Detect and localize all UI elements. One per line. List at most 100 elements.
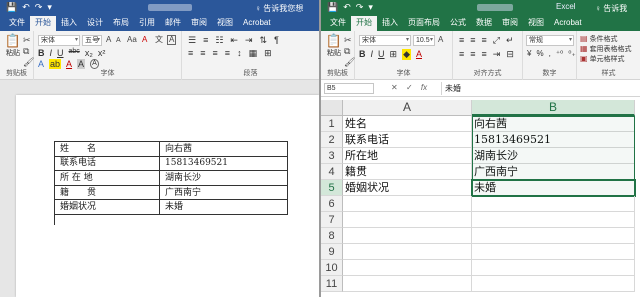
cell-a1[interactable]: 姓名 bbox=[343, 116, 472, 132]
row-header[interactable]: 2 bbox=[321, 132, 343, 148]
word-table-value-cell[interactable]: 广西南宁 bbox=[159, 184, 288, 201]
excel-tab[interactable]: 审阅 bbox=[497, 16, 523, 31]
excel-tab[interactable]: 公式 bbox=[445, 16, 471, 31]
currency-icon[interactable]: ¥ bbox=[527, 49, 531, 58]
copy-icon[interactable]: ⧉ bbox=[23, 46, 29, 56]
wrap-text-icon[interactable]: ↵ bbox=[506, 35, 514, 46]
clear-format-icon[interactable]: A bbox=[142, 35, 147, 45]
word-table-label-cell[interactable]: 所 在 地 bbox=[54, 170, 160, 186]
word-tab[interactable]: 插入 bbox=[56, 16, 82, 31]
grow-font-icon[interactable]: A bbox=[438, 35, 443, 45]
cell-b7[interactable] bbox=[472, 212, 635, 228]
excel-paste-button[interactable]: 📋 粘贴 bbox=[324, 34, 344, 58]
percent-icon[interactable]: % bbox=[536, 49, 543, 58]
cell-b8[interactable] bbox=[472, 228, 635, 244]
align-center-icon[interactable]: ≡ bbox=[470, 49, 475, 60]
cell-b4[interactable]: 广西南宁 bbox=[472, 164, 635, 180]
cell-b10[interactable] bbox=[472, 260, 635, 276]
redo-icon[interactable]: ↷ bbox=[35, 2, 43, 13]
font-color-icon[interactable]: A bbox=[416, 49, 422, 60]
cancel-icon[interactable]: ✕ bbox=[391, 83, 398, 92]
orientation-icon[interactable]: ⤢ bbox=[493, 35, 500, 46]
borders-icon[interactable]: ⊞ bbox=[390, 49, 398, 60]
cell-b2[interactable]: 15813469521 bbox=[472, 132, 635, 148]
column-header[interactable]: B bbox=[472, 100, 635, 116]
excel-font-size-combo[interactable]: 10.5 ▾ bbox=[413, 35, 435, 46]
show-marks-icon[interactable]: ¶ bbox=[274, 35, 279, 46]
cell-b9[interactable] bbox=[472, 244, 635, 260]
row-header[interactable]: 10 bbox=[321, 260, 343, 276]
multilevel-list-icon[interactable]: ☷ bbox=[215, 35, 223, 46]
row-header[interactable]: 8 bbox=[321, 228, 343, 244]
cell-a6[interactable] bbox=[343, 196, 472, 212]
word-table-value-cell[interactable]: 未婚 bbox=[159, 199, 288, 215]
qat-more-icon[interactable]: ▾ bbox=[368, 2, 373, 13]
cell-b3[interactable]: 湖南长沙 bbox=[472, 148, 635, 164]
shading-icon[interactable]: ▦ bbox=[249, 48, 258, 59]
save-icon[interactable]: 💾 bbox=[6, 2, 17, 13]
row-header[interactable]: 11 bbox=[321, 276, 343, 292]
word-tab[interactable]: 引用 bbox=[134, 16, 160, 31]
save-icon[interactable]: 💾 bbox=[327, 2, 338, 13]
cell-a7[interactable] bbox=[343, 212, 472, 228]
word-table-value-cell[interactable]: 向右茜 bbox=[159, 141, 288, 157]
align-right-icon[interactable]: ≡ bbox=[482, 49, 487, 60]
row-header[interactable]: 7 bbox=[321, 212, 343, 228]
word-tab[interactable]: Acrobat bbox=[238, 16, 276, 31]
cell-styles-button[interactable]: ▣ 单元格样式 bbox=[580, 54, 625, 64]
sort-icon[interactable]: ⇅ bbox=[260, 35, 268, 46]
borders-icon[interactable]: ⊞ bbox=[264, 48, 272, 59]
underline-button[interactable]: U bbox=[378, 49, 385, 60]
row-header[interactable]: 4 bbox=[321, 164, 343, 180]
undo-icon[interactable]: ↶ bbox=[343, 2, 351, 13]
excel-tab[interactable]: 视图 bbox=[523, 16, 549, 31]
italic-button[interactable]: I bbox=[371, 49, 374, 60]
shrink-font-icon[interactable]: A bbox=[116, 36, 121, 46]
qat-more-icon[interactable]: ▾ bbox=[47, 2, 52, 13]
enter-icon[interactable]: ✓ bbox=[406, 83, 413, 92]
word-table[interactable]: 姓 名向右茜 联系电话 15813469521 所 在 地湖南长沙籍 贯广西南宁 婚姻状… bbox=[54, 141, 288, 215]
word-tab[interactable]: 邮件 bbox=[160, 16, 186, 31]
align-middle-icon[interactable]: ≡ bbox=[470, 35, 475, 46]
cell-b1[interactable]: 向右茜 bbox=[472, 116, 635, 132]
italic-button[interactable]: I bbox=[50, 48, 53, 58]
bullets-icon[interactable]: ☰ bbox=[188, 35, 196, 46]
excel-tab[interactable]: 数据 bbox=[471, 16, 497, 31]
column-header[interactable]: A bbox=[343, 100, 472, 116]
word-tab[interactable]: 文件 bbox=[4, 16, 30, 31]
grow-font-icon[interactable]: A bbox=[106, 35, 111, 45]
char-border-icon[interactable]: A bbox=[167, 35, 177, 45]
align-left-icon[interactable]: ≡ bbox=[459, 49, 464, 60]
format-as-table-button[interactable]: ▦ 套用表格格式 bbox=[580, 44, 632, 54]
word-table-label-cell[interactable]: 籍 贯 bbox=[54, 184, 160, 201]
align-center-icon[interactable]: ≡ bbox=[200, 48, 205, 59]
redo-icon[interactable]: ↷ bbox=[356, 2, 364, 13]
cell-b11[interactable] bbox=[472, 276, 635, 292]
select-all-corner[interactable] bbox=[321, 100, 343, 116]
decrease-indent-icon[interactable]: ⇤ bbox=[230, 35, 238, 46]
word-font-size-combo[interactable]: 五号 ▾ bbox=[82, 35, 102, 46]
name-box[interactable]: B5 bbox=[324, 83, 374, 94]
row-header[interactable]: 5 bbox=[321, 180, 343, 196]
increase-indent-icon[interactable]: ⇥ bbox=[245, 35, 253, 46]
insert-function-icon[interactable]: fx bbox=[421, 83, 427, 92]
comma-style-icon[interactable]: , bbox=[549, 49, 551, 58]
superscript-button[interactable]: x² bbox=[98, 48, 106, 58]
excel-tab[interactable]: Acrobat bbox=[549, 16, 587, 31]
numbering-icon[interactable]: ≡ bbox=[203, 35, 208, 46]
row-header[interactable]: 9 bbox=[321, 244, 343, 260]
conditional-format-button[interactable]: ▤ 条件格式 bbox=[580, 34, 618, 44]
word-tab[interactable]: 布局 bbox=[108, 16, 134, 31]
merge-center-icon[interactable]: ⊟ bbox=[506, 49, 514, 60]
phonetic-icon[interactable]: 文 bbox=[155, 35, 163, 45]
cut-icon[interactable]: ✂ bbox=[344, 35, 352, 45]
bold-button[interactable]: B bbox=[38, 48, 45, 58]
cell-b5[interactable]: 未婚 bbox=[471, 179, 636, 197]
excel-number-format-combo[interactable]: 常规 ▾ bbox=[526, 35, 574, 46]
copy-icon[interactable]: ⧉ bbox=[344, 46, 350, 56]
cell-a5[interactable]: 婚姻状况 bbox=[343, 180, 472, 196]
word-tell-me-box[interactable]: ♀ 告诉我您想 bbox=[255, 3, 303, 14]
cut-icon[interactable]: ✂ bbox=[23, 35, 31, 45]
cell-b6[interactable] bbox=[472, 196, 635, 212]
worksheet-grid[interactable]: A B 1 姓名 向右茜 2 联系电话 15813469521 3 所在地 湖南长沙 4 籍贯 广西南宁 5… bbox=[321, 100, 640, 297]
